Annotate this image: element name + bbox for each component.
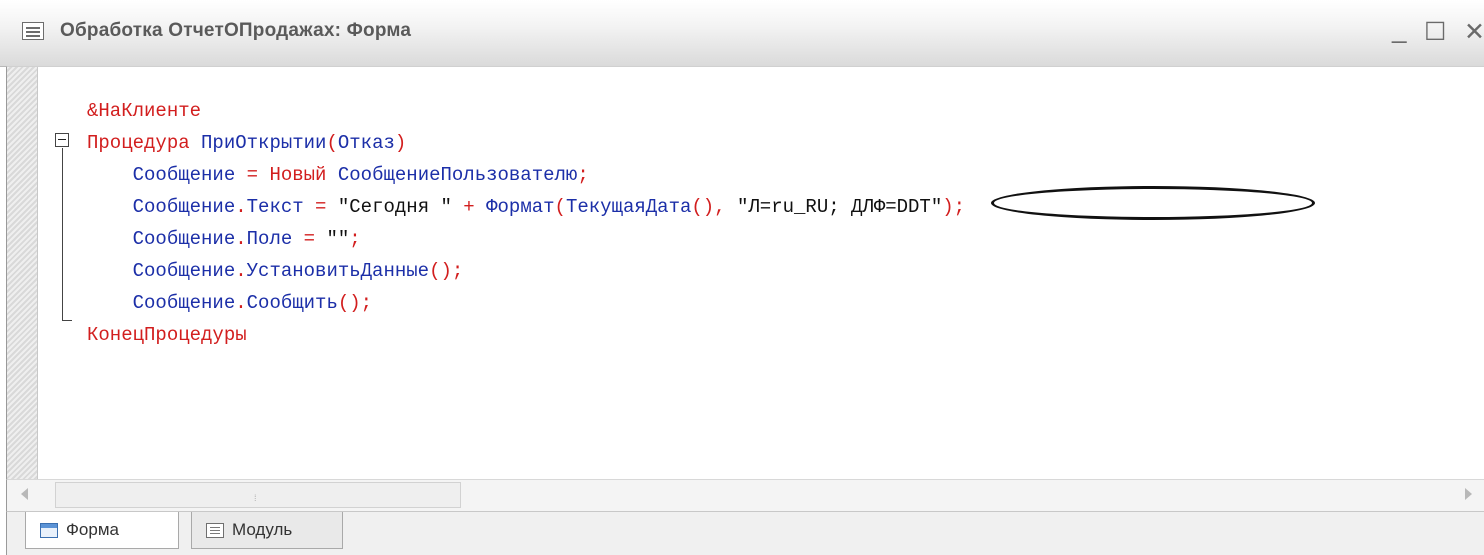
scroll-left-icon[interactable] bbox=[21, 488, 28, 500]
var-message: Сообщение bbox=[132, 292, 236, 314]
var-message: Сообщение bbox=[132, 260, 236, 282]
maximize-button[interactable]: ☐ bbox=[1424, 17, 1446, 47]
collapse-procedure-icon[interactable] bbox=[55, 133, 69, 147]
module-icon bbox=[206, 522, 224, 538]
fold-guide-line bbox=[62, 148, 63, 320]
dot: . bbox=[235, 292, 247, 314]
function-format: Формат bbox=[486, 196, 555, 218]
tab-form[interactable]: Форма bbox=[25, 512, 179, 549]
horizontal-scrollbar[interactable]: ⁞ bbox=[6, 479, 1484, 511]
operator-assign: = bbox=[303, 196, 338, 218]
format-string-highlighted: "Л=ru_RU; ДЛФ=DDT" bbox=[737, 196, 943, 218]
keyword-end-procedure: КонецПроцедуры bbox=[87, 324, 247, 346]
string-literal: "" bbox=[326, 228, 350, 250]
dot: . bbox=[235, 260, 247, 282]
bottom-tab-bar: Форма Модуль bbox=[6, 511, 1484, 555]
semicolon: ; bbox=[349, 228, 361, 250]
semicolon: ; bbox=[360, 292, 373, 314]
type-name: СообщениеПользователю bbox=[337, 164, 578, 186]
code-line-7: Сообщение.Сообщить(); bbox=[87, 287, 372, 319]
procedure-name: ПриОткрытии bbox=[201, 132, 327, 154]
paren-open: ( bbox=[554, 196, 566, 218]
paren-close: ) bbox=[942, 196, 954, 218]
var-message: Сообщение bbox=[132, 228, 236, 250]
tab-label: Форма bbox=[66, 520, 119, 539]
code-line-3: Сообщение = Новый СообщениеПользователю; bbox=[87, 159, 589, 191]
var-message: Сообщение bbox=[132, 164, 236, 186]
call-parens: () bbox=[691, 196, 715, 218]
call-parens: () bbox=[429, 260, 452, 282]
paren-close: ) bbox=[394, 132, 407, 154]
comma: , bbox=[714, 196, 737, 218]
title-bar[interactable]: Обработка ОтчетОПродажах: Форма _ ☐ ✕ bbox=[0, 0, 1484, 67]
grip-icon: ⁞ bbox=[254, 493, 257, 503]
code-line-6: Сообщение.УстановитьДанные(); bbox=[87, 255, 464, 287]
tab-module[interactable]: Модуль bbox=[191, 512, 343, 549]
paren-open: ( bbox=[326, 132, 338, 154]
editor-gutter bbox=[7, 67, 38, 479]
string-literal: "Сегодня " bbox=[337, 196, 452, 218]
code-line-8: КонецПроцедуры bbox=[87, 319, 247, 351]
operator-assign: = bbox=[235, 164, 270, 186]
procedure-param: Отказ bbox=[337, 132, 395, 154]
property-text: Текст bbox=[246, 196, 304, 218]
code-line-4: Сообщение.Текст = "Сегодня " + Формат(Те… bbox=[87, 191, 965, 223]
code-line-1: &НаКлиенте bbox=[87, 95, 201, 127]
operator-plus: + bbox=[451, 196, 487, 218]
form-window-icon bbox=[22, 22, 44, 40]
function-current-date: ТекущаяДата bbox=[565, 196, 692, 218]
code-line-2: Процедура ПриОткрытии(Отказ) bbox=[87, 127, 406, 159]
keyword-new: Новый bbox=[269, 164, 327, 186]
fold-guide-end bbox=[62, 320, 72, 321]
dot: . bbox=[235, 228, 247, 250]
var-message: Сообщение bbox=[132, 196, 236, 218]
call-parens: () bbox=[337, 292, 361, 314]
method-set-data: УстановитьДанные bbox=[246, 260, 430, 282]
form-icon bbox=[40, 522, 58, 538]
property-field: Поле bbox=[246, 228, 293, 250]
highlight-oval bbox=[991, 186, 1315, 220]
compile-directive: &НаКлиенте bbox=[87, 100, 202, 122]
scroll-right-icon[interactable] bbox=[1465, 488, 1472, 500]
keyword-procedure: Процедура bbox=[87, 132, 190, 154]
window-title: Обработка ОтчетОПродажах: Форма bbox=[60, 20, 412, 41]
semicolon: ; bbox=[451, 260, 464, 282]
form-window: Обработка ОтчетОПродажах: Форма _ ☐ ✕ &Н… bbox=[0, 0, 1484, 555]
minimize-button[interactable]: _ bbox=[1392, 14, 1406, 45]
tab-label: Модуль bbox=[232, 520, 293, 539]
method-message: Сообщить bbox=[246, 292, 338, 314]
semicolon: ; bbox=[577, 164, 589, 186]
semicolon: ; bbox=[953, 196, 966, 218]
code-line-5: Сообщение.Поле = ""; bbox=[87, 223, 361, 255]
dot: . bbox=[235, 196, 247, 218]
code-editor[interactable]: &НаКлиенте Процедура ПриОткрытии(Отказ) … bbox=[6, 66, 1484, 479]
close-button[interactable]: ✕ bbox=[1464, 17, 1484, 47]
operator-assign: = bbox=[292, 228, 327, 250]
scrollbar-thumb[interactable]: ⁞ bbox=[55, 482, 461, 508]
